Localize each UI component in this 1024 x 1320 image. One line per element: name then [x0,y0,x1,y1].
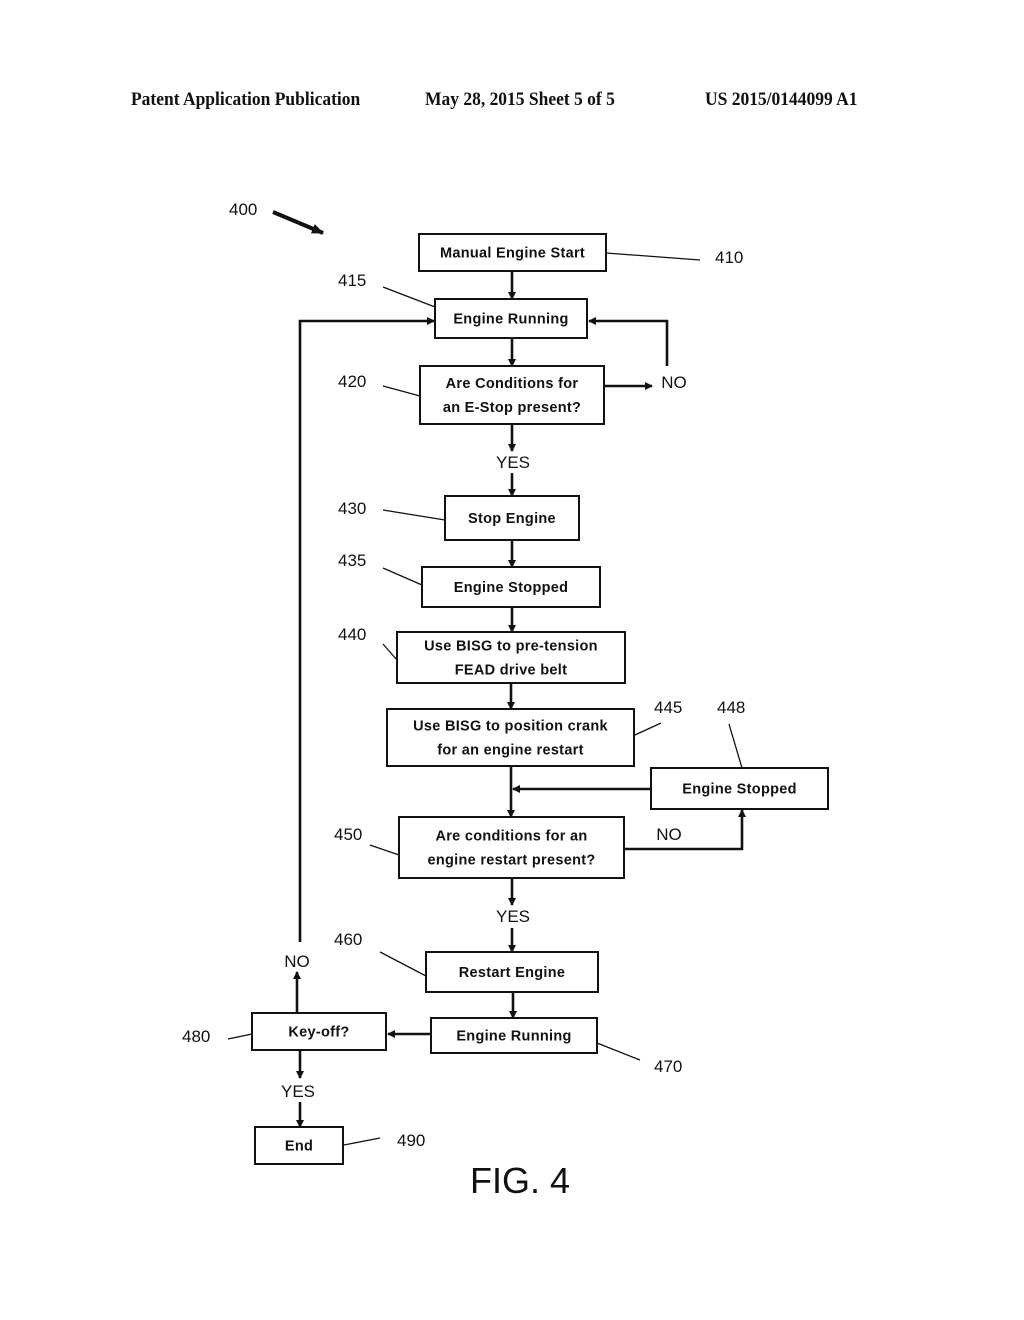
node-text: Stop Engine [468,511,556,527]
leader-445 [634,722,662,736]
leader-420 [382,385,421,397]
leader-415 [382,286,436,308]
ref-numeral-445: 445 [654,698,682,717]
node-text: an E-Stop present? [443,400,581,416]
leader-490 [343,1137,381,1146]
label-420-no: NO [661,373,687,392]
edge-no-loop-415 [588,317,669,366]
node-text: Key-off? [288,1025,349,1041]
ref-numeral-410: 410 [715,248,743,267]
node-420: Are Conditions for an E-Stop present? [419,365,605,425]
node-448: Engine Stopped [650,767,829,810]
node-430: Stop Engine [444,495,580,541]
figure-ref-arrow [272,210,324,235]
ref-numeral-415: 415 [338,271,366,290]
node-415: Engine Running [434,298,588,339]
node-text: Use BISG to position crank [413,719,608,735]
node-text: Are Conditions for [446,376,579,392]
node-text: Use BISG to pre-tension [424,639,598,655]
node-text: engine restart present? [427,853,595,869]
node-text: Engine Running [453,312,568,328]
leader-470 [596,1042,641,1061]
node-text: FEAD drive belt [455,663,567,679]
leader-410 [605,252,701,261]
node-445: Use BISG to position crank for an engine … [386,708,635,767]
node-text: Restart Engine [459,965,566,981]
node-440: Use BISG to pre-tension FEAD drive belt [396,631,626,684]
ref-numeral-435: 435 [338,551,366,570]
node-text: for an engine restart [437,743,584,759]
leader-460 [379,951,427,977]
ref-numeral-450: 450 [334,825,362,844]
ref-numeral-448: 448 [717,698,745,717]
leader-448 [728,723,743,769]
node-450: Are conditions for an engine restart pres… [398,816,625,879]
ref-numeral-470: 470 [654,1057,682,1076]
label-450-no: NO [656,825,682,844]
label-420-yes: YES [496,453,530,472]
node-box [398,816,625,879]
node-text: Engine Running [456,1029,571,1045]
label-450-yes: YES [496,907,530,926]
node-410: Manual Engine Start [418,233,607,272]
node-text: Are conditions for an [435,829,587,845]
label-480-yes: YES [281,1082,315,1101]
leader-480 [227,1033,253,1040]
node-490: End [254,1126,344,1165]
ref-numeral-460: 460 [334,930,362,949]
node-text: Manual Engine Start [440,246,585,262]
flowchart: 400 Manual Engine Start Engine Running Are… [182,200,829,1201]
node-460: Restart Engine [425,951,599,993]
node-text: End [285,1139,313,1155]
ref-numeral-480: 480 [182,1027,210,1046]
leader-430 [382,509,446,521]
label-480-no: NO [284,952,310,971]
leader-435 [382,567,423,586]
node-text: Engine Stopped [454,580,569,596]
node-480: Key-off? [251,1012,387,1051]
node-470: Engine Running [430,1017,598,1054]
leader-450 [369,844,400,856]
node-435: Engine Stopped [421,566,601,608]
ref-numeral-440: 440 [338,625,366,644]
ref-numeral-490: 490 [397,1131,425,1150]
node-text: Engine Stopped [682,782,797,798]
leader-440 [382,643,398,661]
figure-caption: FIG. 4 [470,1160,570,1201]
ref-numeral-420: 420 [338,372,366,391]
figure-ref: 400 [229,200,257,219]
edge-450-no [624,809,746,851]
ref-numeral-430: 430 [338,499,366,518]
